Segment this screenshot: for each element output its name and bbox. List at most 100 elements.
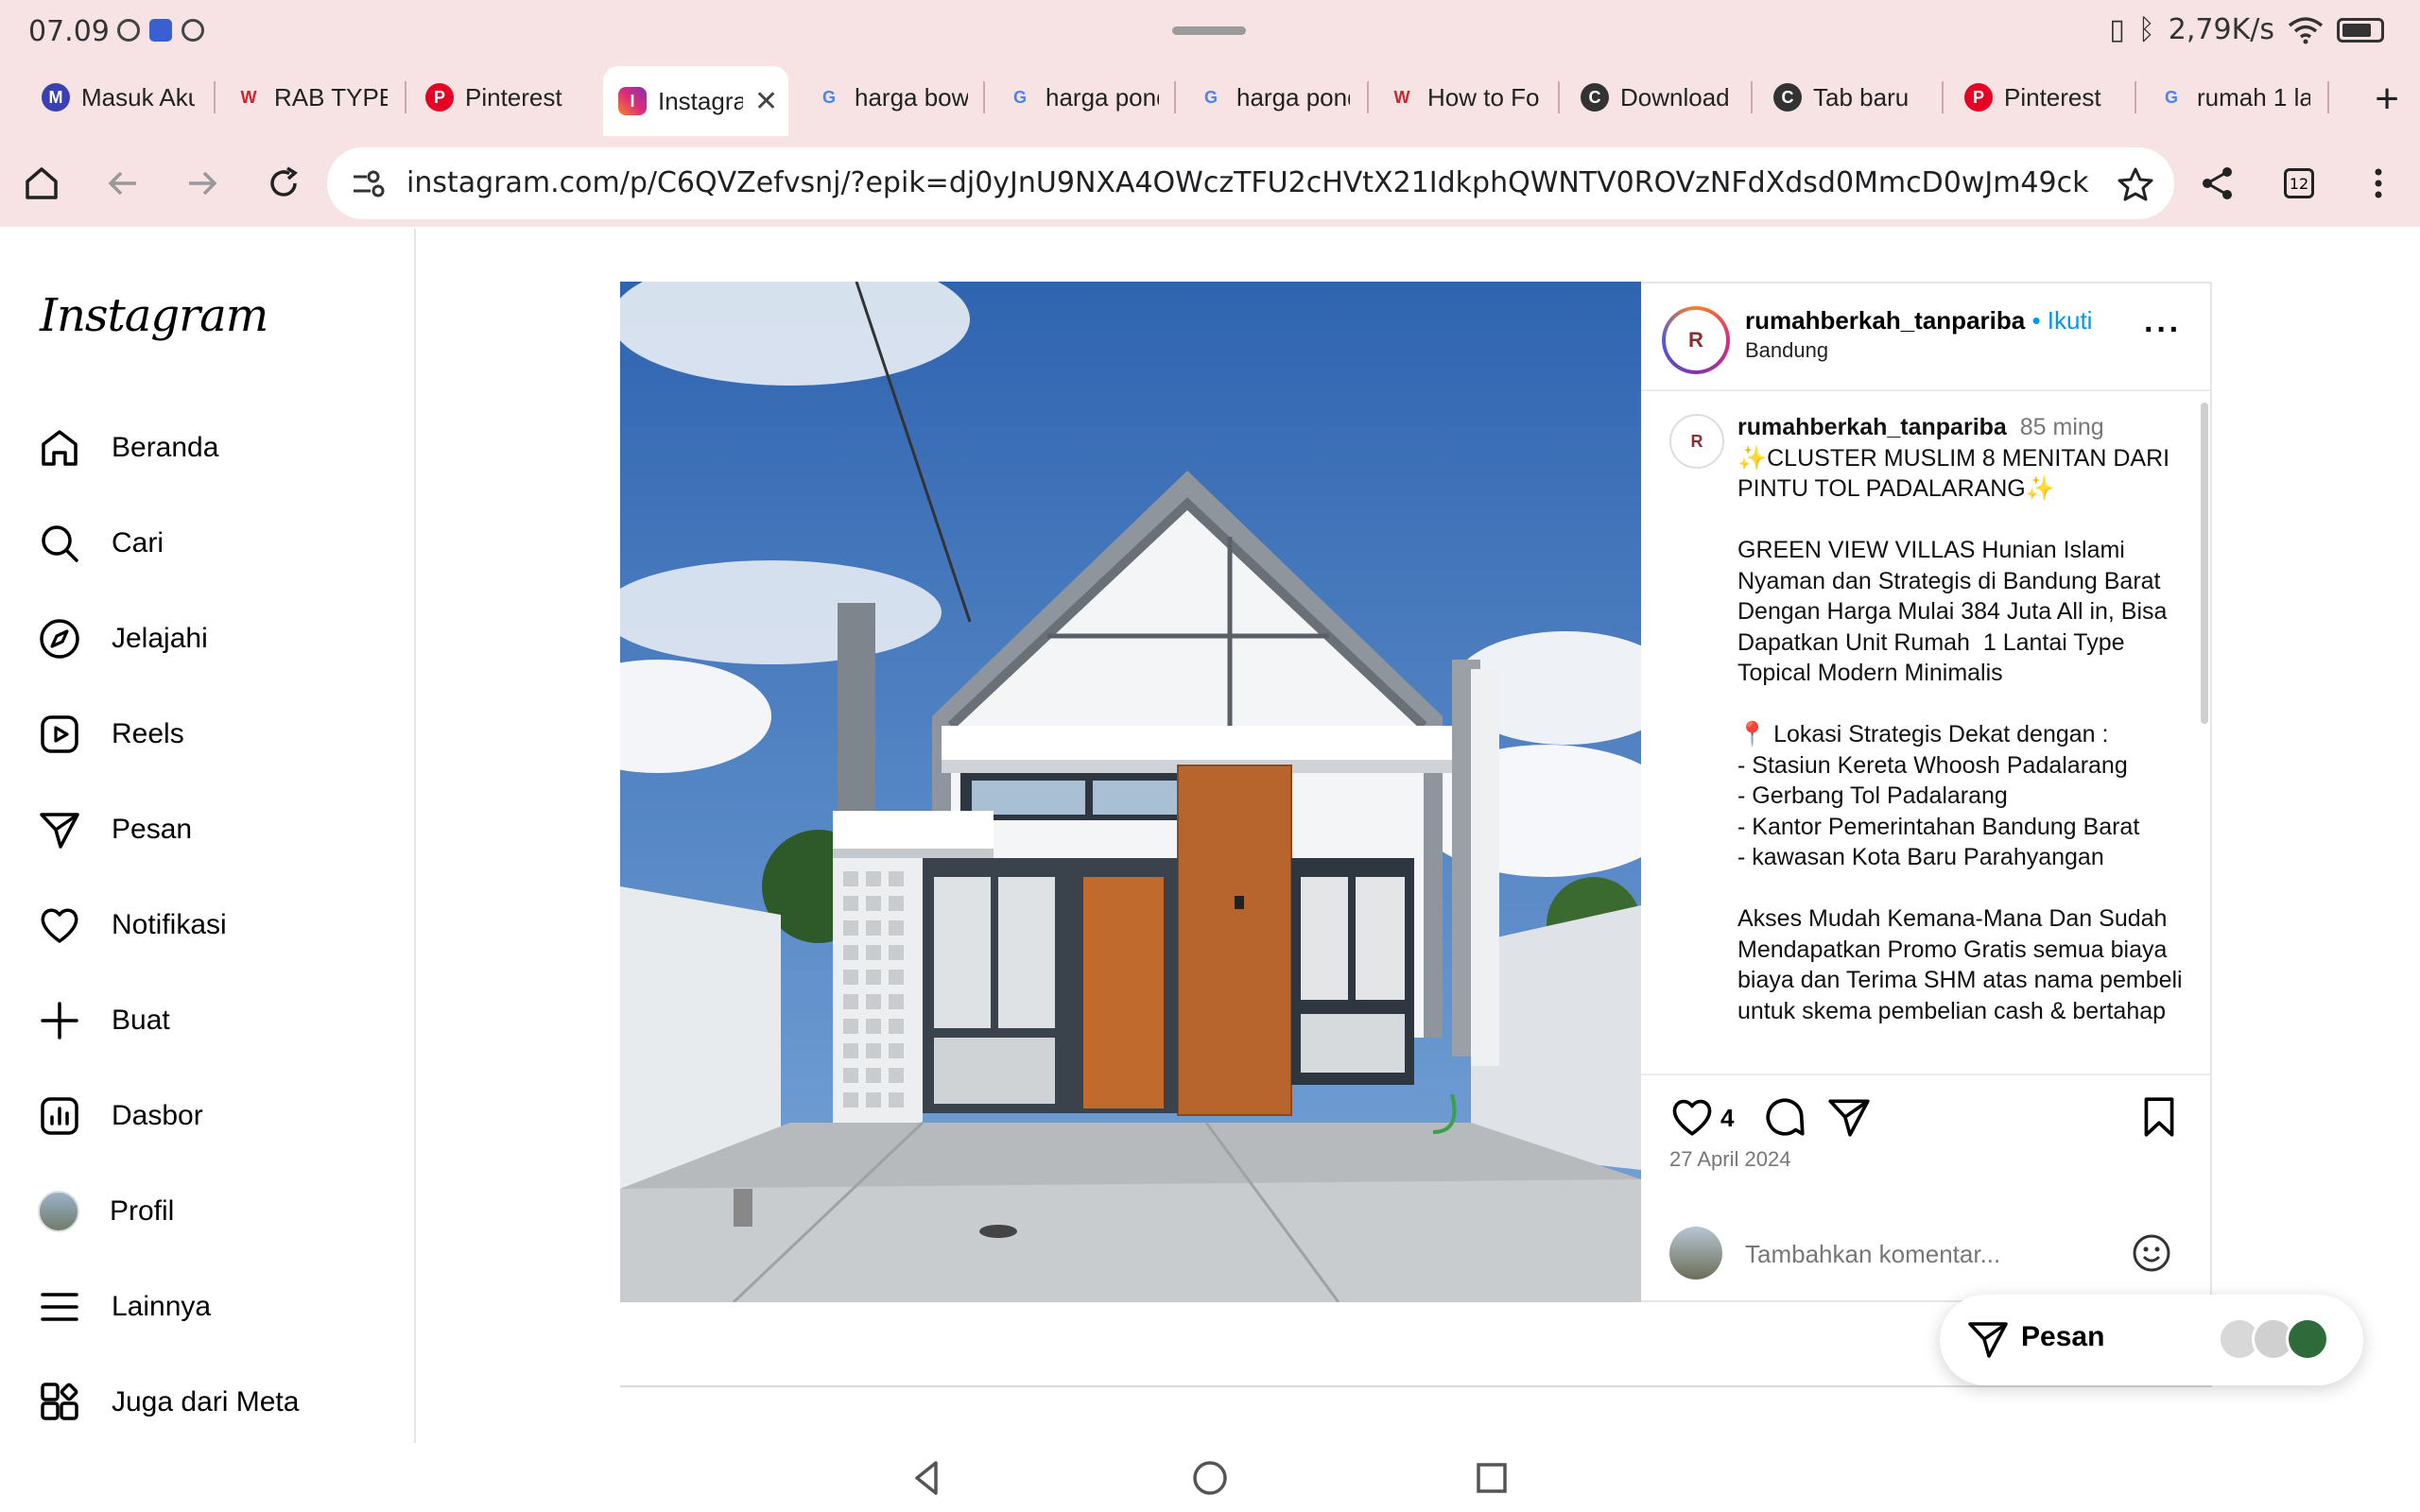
arrow-left-icon [108, 171, 136, 196]
dashboard-icon [41, 1097, 78, 1135]
nav-beranda[interactable]: Beranda [38, 418, 218, 478]
wifi-icon [2288, 16, 2324, 43]
close-tab-icon[interactable]: ✕ [754, 85, 778, 118]
tab-8[interactable]: C Download [1565, 66, 1754, 129]
recents-nav-icon[interactable] [1471, 1457, 1512, 1499]
tab-count: 12 [2284, 168, 2314, 198]
reload-button[interactable] [259, 159, 308, 208]
bookmark-icon[interactable] [2136, 1094, 2182, 1140]
forward-button[interactable] [178, 159, 227, 208]
tab-favicon: W [240, 87, 257, 107]
arrow-right-icon [189, 171, 217, 196]
tab-favicon: G [2164, 87, 2178, 107]
share-send-icon[interactable] [1826, 1094, 1872, 1140]
nav-pesan[interactable]: Pesan [38, 799, 192, 860]
messages-bar[interactable]: Pesan [1940, 1295, 2363, 1385]
nav-buat[interactable]: Buat [38, 990, 170, 1051]
status-right: ▯ ᛒ 2,79K/s [2109, 13, 2384, 46]
whatsapp-icon [117, 19, 140, 42]
comment-input[interactable]: Tambahkan komentar... [1745, 1240, 2000, 1269]
profile-avatar [38, 1191, 79, 1232]
tab-6[interactable]: Gharga pondasi [1182, 66, 1363, 129]
follow-button[interactable]: • Ikuti [2031, 306, 2092, 335]
caption-avatar[interactable]: R [1669, 414, 1724, 469]
back-nav-icon[interactable] [908, 1457, 949, 1499]
tab-2[interactable]: P Pinterest [410, 66, 590, 129]
nav-reels[interactable]: Reels [38, 704, 184, 765]
tab-11[interactable]: Grumah 1 lantai [2142, 66, 2327, 129]
messages-label: Pesan [2021, 1321, 2105, 1352]
app-icon [149, 19, 172, 42]
like-heart-icon[interactable] [1669, 1094, 1715, 1140]
star-icon[interactable] [2118, 166, 2153, 202]
commenter-avatar [1669, 1227, 1722, 1280]
emoji-icon[interactable] [2131, 1232, 2172, 1274]
author-logo: R [1666, 310, 1726, 370]
sidebar: Instagram Beranda Cari Jelajahi Reels Pe… [0, 229, 416, 1443]
like-count[interactable]: 4 [1720, 1104, 1734, 1133]
drag-handle[interactable] [1172, 26, 1246, 35]
message-avatar-3 [2286, 1317, 2329, 1361]
post-location[interactable]: Bandung [1745, 338, 1828, 363]
address-bar[interactable]: instagram.com/p/C6QVZefvsnj/?epik=dj0yJn… [327, 147, 2174, 219]
tab-4[interactable]: Gharga bowplank [800, 66, 981, 129]
menu-icon [41, 1293, 78, 1321]
tab-7[interactable]: WHow to Format [1373, 66, 1556, 129]
tab-3-active[interactable]: IInstagram✕ [603, 66, 788, 136]
tab-5[interactable]: Gharga pondasi [991, 66, 1172, 129]
back-button[interactable] [98, 159, 147, 208]
post-author: rumahberkah_tanpariba • Ikuti [1745, 306, 2092, 335]
nav-dasbor[interactable]: Dasbor [38, 1086, 203, 1146]
more-options-icon[interactable]: ··· [2144, 312, 2182, 349]
tab-1[interactable]: W RAB TYPE [219, 66, 389, 129]
tab-switcher-button[interactable]: 12 [2274, 159, 2324, 208]
author-username[interactable]: rumahberkah_tanpariba [1745, 306, 2025, 335]
nav-juga-dari-meta[interactable]: Juga dari Meta [38, 1372, 299, 1433]
caption-username[interactable]: rumahberkah_tanpariba [1737, 414, 2007, 440]
caption: rumahberkah_tanpariba 85 ming ✨CLUSTER M… [1737, 412, 2201, 1026]
search-icon [42, 525, 78, 562]
share-button[interactable] [2193, 159, 2242, 208]
home-button[interactable] [17, 159, 66, 208]
home-icon [26, 167, 58, 199]
meta-apps-icon [41, 1383, 78, 1420]
comment-icon[interactable] [1762, 1094, 1807, 1140]
url-text[interactable]: instagram.com/p/C6QVZefvsnj/?epik=dj0yJn… [406, 166, 2089, 199]
tab-favicon: M [42, 83, 70, 112]
instagram-logo[interactable]: Instagram [40, 289, 268, 342]
more-vert-icon [2375, 168, 2382, 198]
network-speed: 2,79K/s [2168, 13, 2274, 46]
reels-icon [41, 715, 78, 753]
caption-scrollbar[interactable] [2201, 403, 2208, 724]
heart-icon [41, 908, 78, 943]
status-bar: 07.09 ▯ ᛒ 2,79K/s [0, 0, 2420, 62]
nav-profil[interactable]: Profil [38, 1181, 174, 1242]
chrome-icon [182, 19, 204, 42]
tab-favicon: P [1964, 83, 1993, 112]
nav-notifikasi[interactable]: Notifikasi [38, 895, 227, 955]
send-icon [1968, 1322, 2008, 1358]
tab-9[interactable]: C Tab baru [1758, 66, 1942, 129]
post-image[interactable] [620, 282, 1641, 1302]
tab-favicon: C [1581, 83, 1609, 112]
tab-0[interactable]: MMasuk Akun [26, 66, 195, 129]
plus-icon [41, 1002, 78, 1040]
nav-cari[interactable]: Cari [38, 513, 164, 574]
tab-10[interactable]: P Pinterest [1949, 66, 2133, 129]
menu-button[interactable] [2354, 159, 2403, 208]
tab-strip: MMasuk Akun WRAB TYPE PPinterest IInstag… [0, 66, 2420, 136]
post-date[interactable]: 27 April 2024 [1669, 1147, 1790, 1172]
share-icon [2203, 167, 2232, 199]
tab-favicon: I [618, 87, 647, 115]
bluetooth-icon: ᛒ [2137, 13, 2155, 46]
vibrate-icon: ▯ [2109, 13, 2125, 46]
tab-favicon: G [1012, 87, 1027, 107]
site-settings-icon[interactable] [350, 166, 386, 202]
author-avatar[interactable]: R [1662, 306, 1730, 374]
nav-lainnya[interactable]: Lainnya [38, 1277, 211, 1337]
home-nav-icon[interactable] [1189, 1457, 1231, 1499]
new-tab-button[interactable]: + [2375, 76, 2399, 123]
nav-jelajahi[interactable]: Jelajahi [38, 609, 208, 669]
tab-favicon: G [1203, 87, 1218, 107]
reload-icon [270, 166, 298, 197]
